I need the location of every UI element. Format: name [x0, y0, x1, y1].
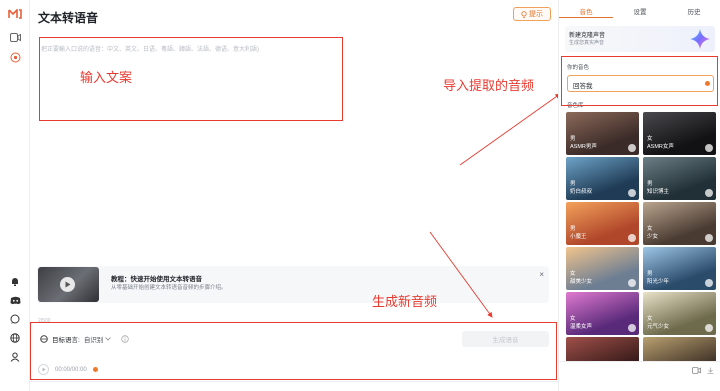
- voice-card[interactable]: 女 元气少女: [643, 292, 716, 335]
- tips-label: 提示: [529, 11, 543, 18]
- voice-name: 甜美少女: [570, 279, 593, 285]
- play-icon[interactable]: [628, 234, 636, 242]
- tutorial-description: 从零基础开始创建文本转语音音频的步骤介绍。: [111, 285, 227, 291]
- voice-name: 奶白叔叔: [570, 189, 593, 195]
- voice-gender: 女: [570, 316, 576, 322]
- annotation-input-copy: 输入文案: [80, 70, 133, 85]
- bell-icon[interactable]: [8, 274, 22, 288]
- download-icon[interactable]: [707, 367, 714, 376]
- close-icon[interactable]: ×: [539, 270, 544, 279]
- voice-card[interactable]: 女 甜美少女: [566, 247, 639, 290]
- voice-name: ASMR女声: [647, 144, 674, 150]
- voice-card[interactable]: 女 少女: [643, 202, 716, 245]
- voice-gender: 男: [647, 181, 653, 187]
- arrow-to-voice: [459, 93, 561, 166]
- voice-name: 知识博主: [647, 189, 670, 195]
- voice-gender: 男: [647, 271, 653, 277]
- play-icon[interactable]: [705, 324, 713, 332]
- app-logo-icon[interactable]: [8, 9, 22, 19]
- voice-name: ASMR男声: [570, 144, 597, 150]
- annotation-box-generate: [30, 322, 557, 380]
- voice-name: 阳光少年: [647, 279, 670, 285]
- play-icon[interactable]: [628, 279, 636, 287]
- voice-gender: 男: [570, 136, 576, 142]
- play-icon[interactable]: [628, 189, 636, 197]
- voice-gender: 女: [570, 271, 576, 277]
- sparkle-icon: [690, 29, 710, 49]
- play-icon[interactable]: [60, 277, 75, 292]
- voice-gender: 男: [570, 226, 576, 232]
- voice-card[interactable]: 男 阳光少年: [643, 247, 716, 290]
- voice-library-grid: 男 ASMR男声 女 ASMR女声 男 奶白叔叔 男 知识博主 男 小魔王 女 …: [566, 112, 716, 380]
- chat-icon[interactable]: [8, 312, 22, 326]
- voice-card[interactable]: 女 温柔女声: [566, 292, 639, 335]
- voice-gender: 女: [647, 136, 653, 142]
- globe-icon[interactable]: [8, 331, 22, 345]
- camera-icon[interactable]: [692, 367, 701, 376]
- tips-button[interactable]: 提示: [513, 7, 551, 21]
- voice-card[interactable]: 女 ASMR女声: [643, 112, 716, 155]
- page-title: 文本转语音: [38, 11, 99, 25]
- voice-gender: 女: [647, 316, 653, 322]
- tab-settings[interactable]: 设置: [613, 0, 667, 18]
- voice-name: 温柔女声: [570, 324, 593, 330]
- panel-tabs: 音色 设置 历史: [559, 0, 720, 18]
- video-icon[interactable]: [8, 30, 22, 44]
- voice-card[interactable]: 男 奶白叔叔: [566, 157, 639, 200]
- annotation-box-voice: [561, 56, 718, 106]
- annotation-import-audio: 导入提取的音频: [443, 78, 535, 93]
- clone-subtitle: 生成您真实声音: [569, 40, 605, 46]
- play-icon[interactable]: [705, 279, 713, 287]
- voice-card[interactable]: 男 知识博主: [643, 157, 716, 200]
- play-icon[interactable]: [628, 144, 636, 152]
- left-rail: [0, 0, 30, 391]
- play-icon[interactable]: [628, 324, 636, 332]
- voice-gender: 男: [570, 181, 576, 187]
- voice-name: 元气少女: [647, 324, 670, 330]
- voice-clone-icon[interactable]: [8, 50, 22, 64]
- user-icon[interactable]: [8, 350, 22, 364]
- panel-footer: [559, 361, 720, 391]
- voice-card[interactable]: 男 小魔王: [566, 202, 639, 245]
- tab-voice[interactable]: 音色: [559, 0, 613, 18]
- discord-icon[interactable]: [8, 293, 22, 307]
- play-icon[interactable]: [705, 234, 713, 242]
- voice-name: 少女: [647, 234, 659, 240]
- play-icon[interactable]: [705, 189, 713, 197]
- voice-gender: 女: [647, 226, 653, 232]
- tutorial-card[interactable]: 教程：快速开始使用文本转语音 从零基础开始创建文本转语音音频的步骤介绍。 ×: [37, 266, 549, 303]
- voice-name: 小魔王: [570, 234, 587, 240]
- tutorial-thumbnail[interactable]: [38, 267, 99, 302]
- lightbulb-icon: [521, 10, 527, 18]
- tab-history[interactable]: 历史: [667, 0, 720, 18]
- new-clone-voice-card[interactable]: 新建克隆声音 生成您真实声音: [565, 26, 715, 52]
- voice-card[interactable]: 男 ASMR男声: [566, 112, 639, 155]
- tutorial-title: 教程：快速开始使用文本转语音: [111, 276, 202, 283]
- divider: [30, 381, 558, 382]
- play-icon[interactable]: [705, 144, 713, 152]
- clone-title: 新建克隆声音: [569, 33, 606, 39]
- annotation-generate-audio: 生成新音频: [372, 294, 438, 309]
